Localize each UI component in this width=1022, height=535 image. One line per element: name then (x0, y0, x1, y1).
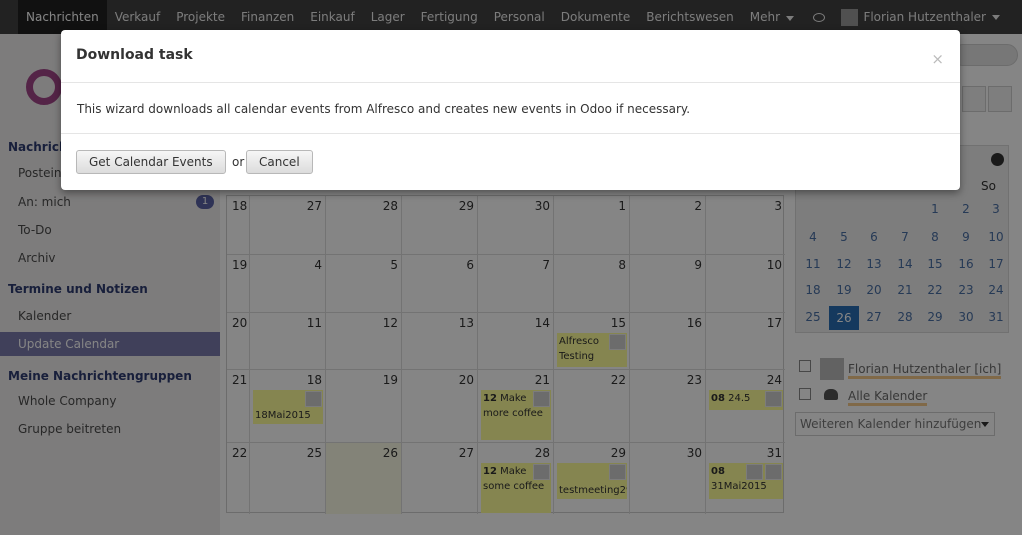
dialog-title: Download task (76, 47, 193, 63)
dialog-footer: Get Calendar Events or Cancel (61, 134, 960, 190)
cancel-button[interactable]: Cancel (246, 150, 313, 174)
close-icon[interactable]: × (931, 50, 944, 68)
dialog-header: Download task × (61, 30, 960, 83)
download-task-dialog: Download task × This wizard downloads al… (61, 30, 960, 190)
dialog-message: This wizard downloads all calendar event… (77, 102, 691, 116)
or-text: or (232, 155, 245, 169)
dialog-body: This wizard downloads all calendar event… (61, 83, 960, 134)
get-calendar-events-button[interactable]: Get Calendar Events (76, 150, 226, 174)
